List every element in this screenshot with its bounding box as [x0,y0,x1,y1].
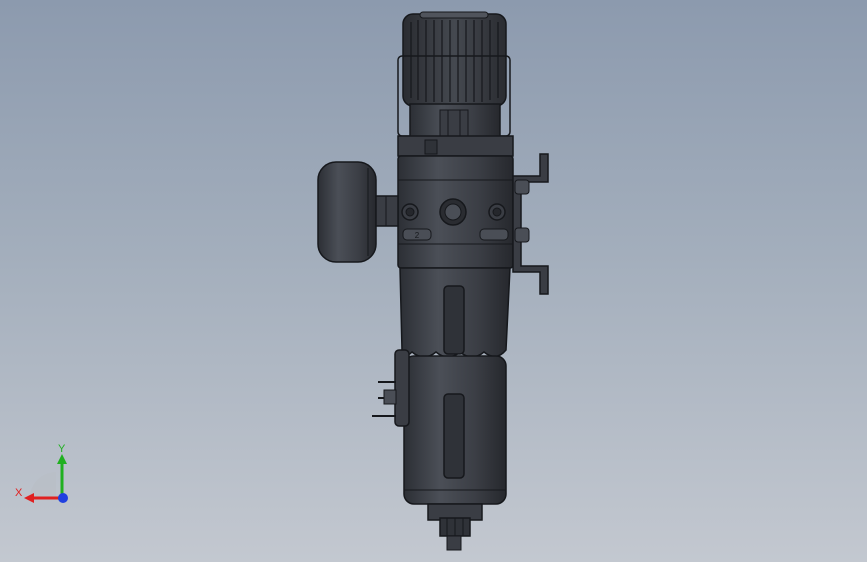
port-label: 2 [415,231,420,240]
cad-viewport[interactable]: 2 X Y [0,0,867,562]
filter-regulator-model[interactable]: 2 [0,0,867,562]
filter-bowl-lower [403,355,507,505]
filter-bowl-upper [399,267,511,358]
coordinate-triad: X Y [15,443,68,503]
y-axis-label: Y [58,443,66,455]
z-axis-dot [58,493,68,503]
bowl-lock-lever [372,349,410,427]
regulator-body: 2 [397,155,514,269]
pressure-gauge [317,161,399,263]
adjustment-knob[interactable] [402,11,507,107]
mounting-bracket [512,153,549,295]
drain-valve[interactable] [427,503,483,551]
x-axis-label: X [15,487,23,499]
